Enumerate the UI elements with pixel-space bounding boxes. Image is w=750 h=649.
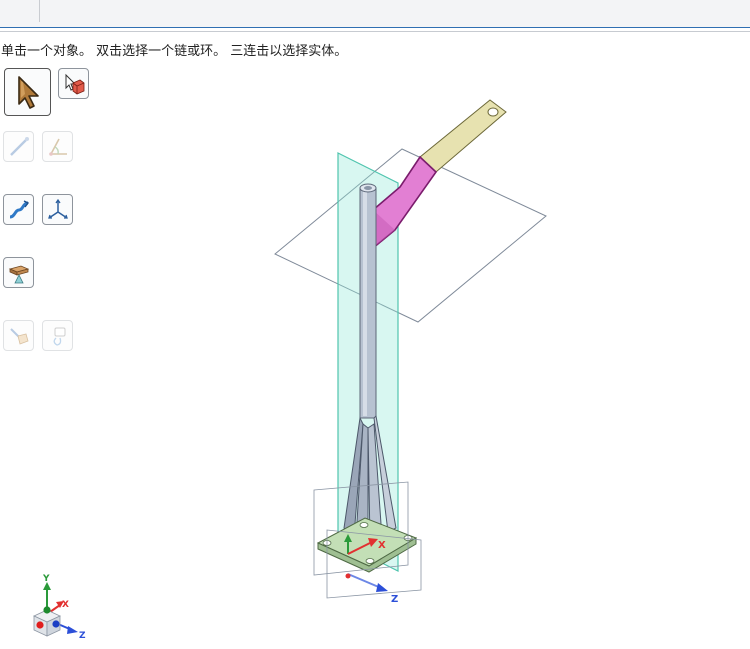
triad-right-dot <box>52 620 60 628</box>
model-axis-z-arrow <box>376 583 388 592</box>
model-axis-z <box>347 573 382 589</box>
model-axis-x-label: X <box>378 540 386 551</box>
post-body <box>359 187 377 419</box>
arm-hole <box>487 107 499 117</box>
triad-y-label: Y <box>42 574 50 584</box>
model-axis-z-label: Z <box>391 594 398 605</box>
triad-z-label: Z <box>79 631 86 641</box>
triad-axis-x <box>49 604 61 613</box>
triad-axis-z-arrow <box>67 626 78 634</box>
triad-x-label: X <box>62 600 69 610</box>
toolbar-divider <box>0 31 750 32</box>
base-hole <box>365 558 375 564</box>
top-toolbar <box>0 0 750 28</box>
view-triad[interactable]: Y X Z <box>28 572 98 644</box>
base-hole <box>359 522 369 528</box>
post-highlight <box>363 190 367 416</box>
triad-left-dot <box>36 621 44 629</box>
triad-top-dot <box>43 606 51 614</box>
post-top-hole <box>364 186 372 190</box>
model-origin <box>345 573 351 579</box>
status-hint: 单击一个对象。 双击选择一个链或环。 三连击以选择实体。 <box>1 44 348 59</box>
toolbar-separator <box>39 0 40 22</box>
model-viewport[interactable]: X Z <box>0 60 750 649</box>
